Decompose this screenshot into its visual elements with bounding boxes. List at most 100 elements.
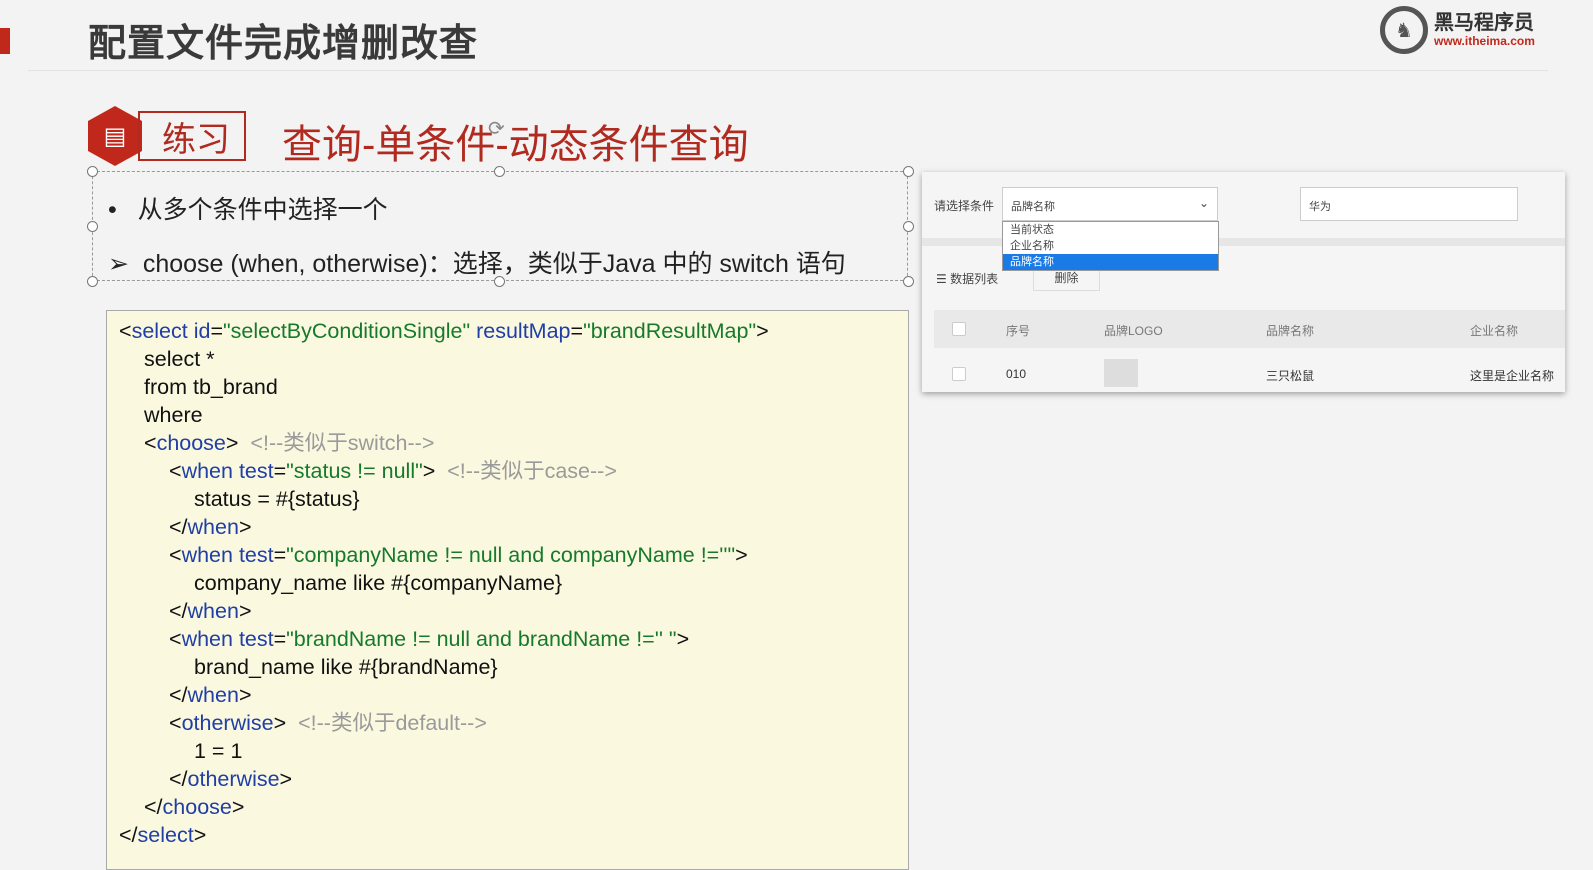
table-row: 010 三只松鼠 这里是企业名称 [934,355,1565,392]
dot-bullet-icon: • [108,196,138,224]
code-line: </when> [107,681,908,709]
code-line: from tb_brand [107,373,908,401]
resize-handle[interactable] [87,276,98,287]
logo: ♞ 黑马程序员 www.itheima.com [1380,6,1535,54]
code-text: < [169,459,182,483]
code-text: > [238,599,252,623]
code-text: </ [119,823,138,847]
cell-company: 这里是企业名称 [1470,369,1555,383]
code-text: < [169,627,182,651]
table-header: 序号 品牌LOGO 品牌名称 企业名称 [934,310,1565,348]
bullet-text: choose (when, otherwise)：选择，类似于Java 中的 s… [142,250,846,278]
rotate-handle-icon[interactable]: ⟳ [488,116,505,141]
code-text: > [676,627,690,651]
code-text: </ [169,767,188,791]
option-selected[interactable]: 品牌名称 [1003,254,1218,270]
code-text: where [144,403,203,427]
code-text: select * [144,347,215,371]
divider [28,70,1548,71]
code-line: </otherwise> [107,765,908,793]
col-header: 品牌名称 [1266,324,1315,338]
code-tag: select [137,823,194,847]
resize-handle[interactable] [903,221,914,232]
code-line: status = #{status} [107,485,908,513]
slide-subtitle[interactable]: 查询-单条件-动态条件查询 [282,112,749,170]
code-text: = [273,459,287,483]
code-line: select * [107,345,908,373]
row-checkbox[interactable] [952,367,966,381]
code-text: < [169,543,182,567]
document-icon: ▤ [88,106,142,166]
resize-handle[interactable] [494,166,505,177]
code-line: <otherwise> <!--类似于default--> [107,709,908,737]
code-text: > [231,795,245,819]
col-header: 品牌LOGO [1104,324,1163,338]
code-tag: choose [162,795,232,819]
code-attr-value: "brandResultMap" [583,319,757,343]
code-text: > [735,543,748,567]
condition-select[interactable]: 品牌名称 ⌄ [1002,187,1218,221]
image-placeholder-icon [1104,359,1138,387]
code-text: > [279,767,293,791]
slide-title: 配置文件完成增删改查 [88,23,479,65]
code-line: </when> [107,597,908,625]
code-line: </choose> [107,793,908,821]
code-tag: when [187,515,239,539]
code-attr-value: "status != null" [286,459,423,483]
code-text: = [210,319,223,343]
select-all-checkbox[interactable] [952,322,966,336]
resize-handle[interactable] [87,221,98,232]
code-tag: select [131,319,194,343]
code-tag: test [238,543,274,567]
code-tag: choose [156,431,226,455]
bullet-text: 从多个条件中选择一个 [137,196,388,224]
code-text: > [238,683,252,707]
list-icon: ☰ [936,272,951,286]
search-input[interactable]: 华为 [1300,187,1518,221]
accent-bar [0,28,10,54]
cell-brand: 三只松鼠 [1266,369,1315,383]
code-text: > [273,711,299,735]
code-tag: id [193,319,211,343]
code-text: from tb_brand [144,375,278,399]
code-text: company_name like #{companyName} [194,571,563,595]
code-line: </select> [107,821,908,849]
code-tag: when [181,543,239,567]
code-tag: resultMap [476,319,571,343]
list-label-text: 数据列表 [950,272,999,286]
code-tag: when [187,683,239,707]
resize-handle[interactable] [903,166,914,177]
code-text: > [193,823,207,847]
option[interactable]: 当前状态 [1003,222,1218,238]
logo-name: 黑马程序员 [1434,12,1534,34]
code-line: brand_name like #{brandName} [107,653,908,681]
code-text: > [422,459,448,483]
code-text: </ [169,599,188,623]
code-tag: otherwise [181,711,274,735]
code-text: status = #{status} [194,487,360,511]
code-text: </ [169,683,188,707]
option[interactable]: 企业名称 [1003,238,1218,254]
resize-handle[interactable] [903,276,914,287]
code-tag: test [238,459,274,483]
code-line: 1 = 1 [107,737,908,765]
bullet-2: ➢ choose (when, otherwise)：选择，类似于Java 中的… [108,244,846,280]
chevron-down-icon: ⌄ [1198,196,1209,210]
code-tag: otherwise [187,767,280,791]
col-header: 企业名称 [1470,324,1519,338]
code-comment: <!--类似于case--> [447,459,617,483]
code-tag: when [181,627,239,651]
code-block: <select id="selectByConditionSingle" res… [106,310,909,870]
code-tag: test [238,627,274,651]
code-line: <select id="selectByConditionSingle" res… [107,317,908,345]
code-text: = [273,627,287,651]
code-text: > [225,431,251,455]
code-text: brand_name like #{brandName} [194,655,498,679]
code-attr-value: "companyName != null and companyName !='… [286,543,736,567]
code-comment: <!--类似于default--> [298,711,487,735]
code-text: 1 = 1 [194,739,243,763]
code-text: < [169,711,182,735]
resize-handle[interactable] [87,166,98,177]
logo-url: www.itheima.com [1434,34,1535,48]
data-list-label: ☰ 数据列表 [936,270,998,287]
